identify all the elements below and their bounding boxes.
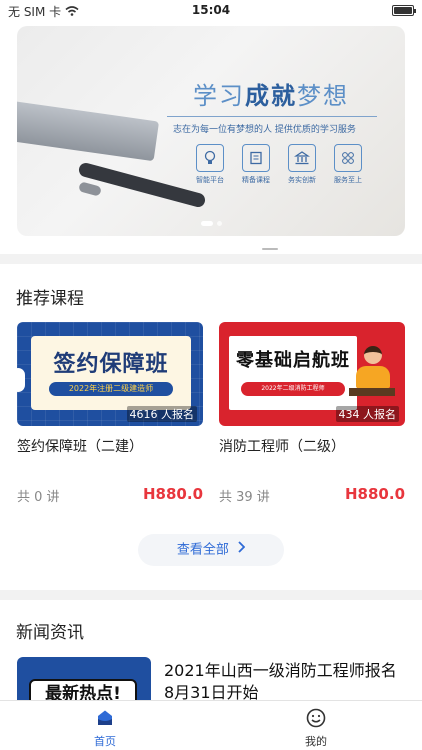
view-all-button[interactable]: 查看全部 [138,534,284,566]
course-banner-text: 签约保障班 [53,352,169,377]
course-thumbnail: 签约保障班 2022年注册二级建造师 4616 人报名 [17,322,203,426]
tab-home[interactable]: 首页 [75,707,135,749]
banner-carousel[interactable]: 学习成就梦想 志在为每一位有梦想的人 提供优质的学习服务 智能平台 精备课程 务… [17,26,405,236]
feature-service: 服务至上 [331,144,365,185]
course-price: H880.0 [143,485,203,503]
news-headline[interactable]: 2021年山西一级消防工程师报名8月31日开始 [164,660,404,700]
tab-mine-label: 我的 [305,735,327,748]
course-banner-tag: 2022年二级消防工程师 [241,382,345,396]
course-name: 签约保障班（二建） [17,439,143,455]
feature-innovation: 务实创新 [285,144,319,185]
news-thumb-text: 最新热点! [29,679,137,700]
enrolled-count: 434 人报名 [335,406,399,422]
course-thumbnail: 零基础启航班 2022年二级消防工程师 434 人报名 [219,322,405,426]
bottom-tab-bar: 首页 我的 [0,700,422,750]
battery-icon [392,5,416,16]
section-title-courses: 推荐课程 [16,289,84,309]
recommended-courses-section: 推荐课程 签约保障班 2022年注册二级建造师 4616 人报名 签约保障班（二… [0,264,422,590]
book-icon [242,144,270,172]
course-card[interactable]: 签约保障班 2022年注册二级建造师 4616 人报名 签约保障班（二建） 共 … [17,322,203,505]
banner-slogan: 学习成就梦想 [193,82,349,110]
carousel-indicator [201,221,222,226]
scroll-hint [262,248,278,250]
course-price: H880.0 [345,485,405,503]
smiley-icon [305,707,327,729]
lesson-count: 共 0 讲 [17,490,60,505]
grid-icon [334,144,362,172]
course-card[interactable]: 零基础启航班 2022年二级消防工程师 434 人报名 消防工程师（二级） 共 … [219,322,405,505]
bulb-icon [196,144,224,172]
enrolled-count: 4616 人报名 [126,406,197,422]
book-image [17,100,160,162]
chevron-right-icon [237,534,246,566]
course-name: 消防工程师（二级） [219,439,345,455]
view-all-label: 查看全部 [176,542,229,558]
banner-subtitle: 志在为每一位有梦想的人 提供优质的学习服务 [173,125,356,135]
tab-home-label: 首页 [94,735,116,748]
section-title-news: 新闻资讯 [16,623,84,643]
home-icon [94,707,116,729]
course-banner-tag: 2022年注册二级建造师 [49,382,173,396]
building-icon [288,144,316,172]
course-banner-text: 零基础启航班 [236,350,350,371]
clock: 15:04 [191,3,231,17]
news-section: 新闻资讯 最新热点! 2021年山西一级消防工程师报名8月31日开始 [0,600,422,700]
banner-section: 学习成就梦想 志在为每一位有梦想的人 提供优质的学习服务 智能平台 精备课程 务… [0,22,422,254]
banner-features: 智能平台 精备课程 务实创新 服务至上 [193,144,365,185]
teacher-illustration [349,346,395,396]
news-thumbnail[interactable]: 最新热点! [17,657,151,700]
tab-mine[interactable]: 我的 [286,707,346,749]
lesson-count: 共 39 讲 [219,490,270,505]
status-bar: 无 SIM 卡 15:04 [0,0,422,22]
feature-courses: 精备课程 [239,144,273,185]
feature-smart-platform: 智能平台 [193,144,227,185]
